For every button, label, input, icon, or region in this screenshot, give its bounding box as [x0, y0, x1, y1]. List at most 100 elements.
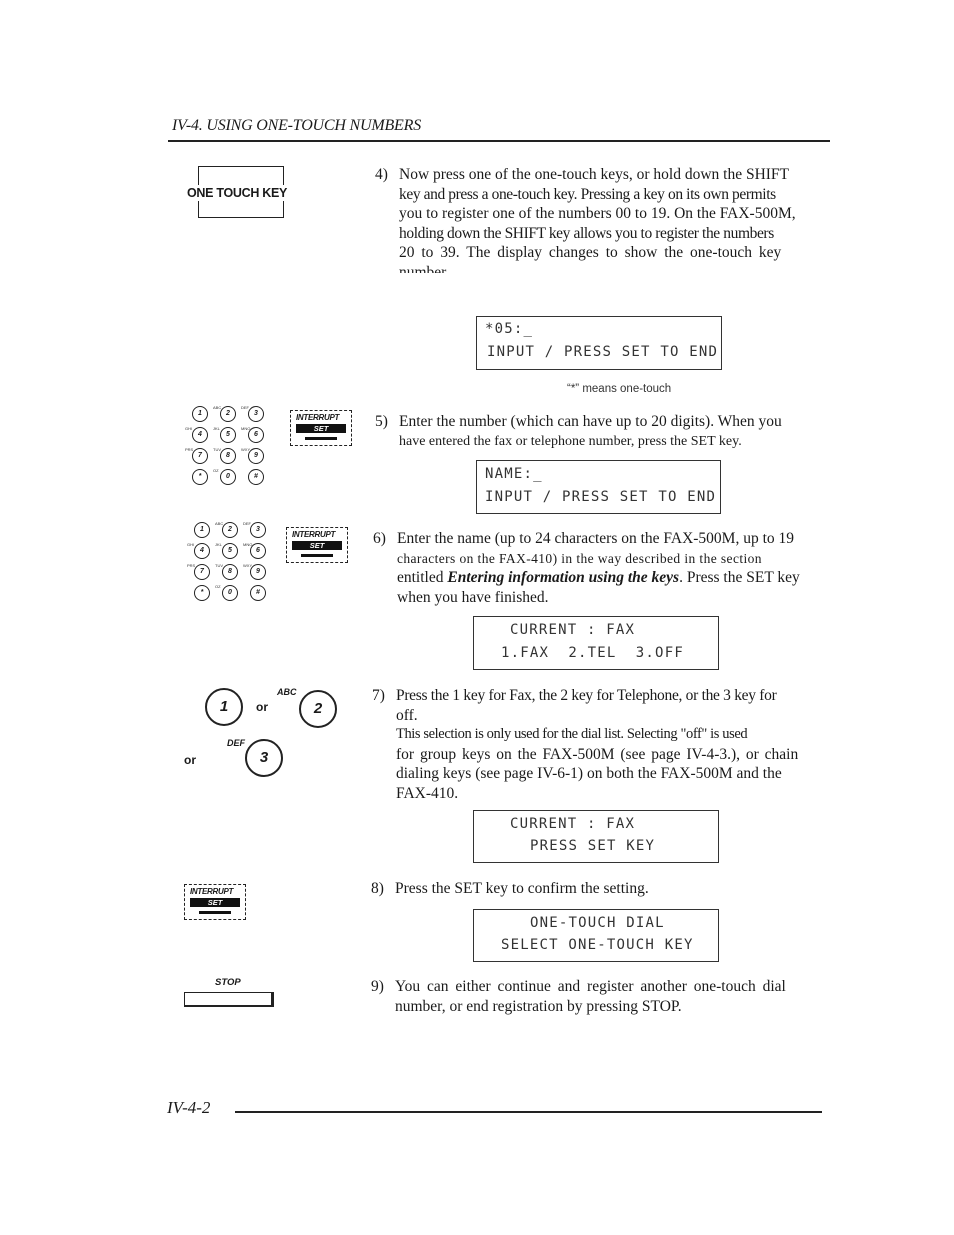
lcd-line-2: SELECT ONE-TOUCH KEY: [501, 937, 694, 953]
lcd-line-1: CURRENT : FAX: [510, 816, 636, 832]
keypad-key-icon: 5: [220, 427, 236, 443]
lcd-display-step-7: CURRENT : FAX PRESS SET KEY: [473, 810, 719, 863]
lcd-line-2: INPUT / PRESS SET TO END: [485, 489, 717, 505]
step-line: You can either continue and register ano…: [395, 978, 786, 995]
step-number: 7): [372, 687, 385, 704]
keypad-key-icon: 8: [220, 448, 236, 464]
keypad-key-letters: JKL: [215, 542, 222, 547]
keypad-key-icon: #: [250, 585, 266, 601]
lcd-line-1: CURRENT : FAX: [510, 622, 636, 638]
interrupt-label: INTERRUPT: [292, 530, 336, 539]
keypad-key-letters: TUV: [215, 563, 223, 568]
footer-rule: [235, 1111, 822, 1113]
step-line: characters on the FAX-410) in the way de…: [397, 550, 762, 566]
keypad-key-icon: 2: [222, 522, 238, 538]
keypad-key-icon: 1: [192, 406, 208, 422]
lcd-line-2: INPUT / PRESS SET TO END: [487, 344, 719, 360]
step-4: 4) Now press one of the one-touch keys, …: [375, 165, 830, 285]
keypad-key-icon: #: [248, 469, 264, 485]
keypad-key-letters: GHI: [185, 426, 193, 431]
lcd-line-1: *05:_: [485, 321, 534, 337]
step-line: key and press a one-touch key. Pressing …: [399, 185, 776, 203]
keypad-key-letters: MNO: [243, 542, 253, 547]
step-5: 5) Enter the number (which can have up t…: [375, 412, 830, 454]
section-reference: Entering information using the keys: [447, 569, 680, 586]
step-line: when you have finished.: [397, 588, 549, 606]
keypad-key-icon: 4: [194, 543, 210, 559]
keypad-key-letters: DEF: [241, 405, 249, 410]
set-label: SET: [190, 898, 240, 907]
one-touch-caption: “*” means one-touch: [567, 383, 672, 395]
or-label: or: [184, 753, 196, 767]
step-line: Enter the number (which can have up to 2…: [399, 413, 782, 430]
interrupt-set-key-icon: INTERRUPT SET: [184, 884, 246, 920]
stop-key-icon: [184, 992, 274, 1007]
keypad-key-letters: PRS: [185, 447, 194, 452]
step-9: 9) You can either continue and register …: [371, 977, 830, 1019]
keypad-key-icon: 6: [250, 543, 266, 559]
lcd-line-2: PRESS SET KEY: [530, 838, 656, 854]
keypad-key-letters: WXY: [241, 447, 251, 452]
keypad-key-letters: ABC: [213, 405, 222, 410]
step-line: Now press one of the one-touch keys, or …: [399, 166, 790, 183]
step-line: number, or end registration by pressing …: [395, 997, 682, 1015]
key-3-icon: 3: [245, 739, 283, 777]
keypad-key-letters: WXY: [243, 563, 253, 568]
interrupt-set-key-icon: INTERRUPT SET: [286, 527, 348, 563]
key-2-icon: 2: [299, 690, 337, 728]
step-line: Enter the name (up to 24 characters on t…: [397, 530, 795, 547]
lcd-line-1: ONE-TOUCH DIAL: [530, 915, 665, 931]
interrupt-label: INTERRUPT: [296, 413, 340, 422]
step-line: off.: [396, 706, 418, 724]
key-1-icon: 1: [205, 688, 243, 726]
key-2-letters: ABC: [277, 687, 297, 697]
keypad-key-letters: PRS: [187, 563, 196, 568]
step-line: have entered the fax or telephone number…: [399, 433, 742, 449]
keypad-key-icon: 3: [250, 522, 266, 538]
keypad-key-icon: *: [194, 585, 210, 601]
step-line: Press the SET key to confirm the setting…: [395, 880, 649, 897]
keypad-key-letters: DEF: [243, 521, 251, 526]
keypad-key-letters: ABC: [215, 521, 224, 526]
one-touch-key-label: ONE TOUCH KEY: [187, 186, 288, 200]
step-8: 8) Press the SET key to confirm the sett…: [371, 879, 830, 901]
keypad-key-icon: 0: [220, 469, 236, 485]
step-line: you to register one of the numbers 00 to…: [399, 205, 796, 222]
keypad-key-icon: 8: [222, 564, 238, 580]
interrupt-set-key-icon: INTERRUPT SET: [290, 410, 352, 446]
lcd-display-step-8: ONE-TOUCH DIAL SELECT ONE-TOUCH KEY: [473, 909, 719, 962]
keypad-key-letters: OZ: [215, 584, 221, 589]
header-rule: [168, 140, 830, 142]
step-number: 4): [375, 166, 388, 183]
keypad-key-icon: 0: [222, 585, 238, 601]
stop-label: STOP: [215, 977, 241, 988]
step-7: 7) Press the 1 key for Fax, the 2 key fo…: [372, 686, 830, 806]
step-line: entitled Entering information using the …: [397, 569, 800, 586]
step-number: 8): [371, 880, 384, 897]
keypad-key-letters: GHI: [187, 542, 195, 547]
step-number: 9): [371, 978, 384, 995]
keypad-key-icon: 3: [248, 406, 264, 422]
step-line: 20 to 39. The display changes to show th…: [399, 244, 782, 261]
keypad-icon: 1 2 ABC 3 DEF 4 GHI 5 JKL 6 MNO 7 PRS 8 TUV 9 WXY * 0 OZ #: [187, 521, 270, 602]
set-label: SET: [296, 424, 346, 433]
step-line: dialing keys (see page IV-6-1) on both t…: [396, 765, 782, 782]
key-3-letters: DEF: [227, 738, 245, 748]
keypad-key-icon: *: [192, 469, 208, 485]
keypad-key-icon: 7: [194, 564, 210, 580]
keypad-key-icon: 7: [192, 448, 208, 464]
lcd-display-step-6: CURRENT : FAX 1.FAX 2.TEL 3.OFF: [473, 616, 719, 670]
keypad-key-icon: 6: [248, 427, 264, 443]
lcd-display-step-5: NAME:_ INPUT / PRESS SET TO END: [476, 460, 721, 514]
keypad-key-icon: 2: [220, 406, 236, 422]
step-6: 6) Enter the name (up to 24 characters o…: [373, 529, 830, 609]
keypad-key-letters: TUV: [213, 447, 221, 452]
section-title: IV-4. USING ONE-TOUCH NUMBERS: [172, 117, 422, 134]
step-line: number: [399, 263, 447, 273]
keypad-key-letters: OZ: [213, 468, 219, 473]
keypad-icon: 1 2 ABC 3 DEF 4 GHI 5 JKL 6 MNO 7 PRS 8 TUV 9 WXY * 0 OZ #: [185, 405, 268, 486]
keypad-key-icon: 9: [248, 448, 264, 464]
step-number: 6): [373, 530, 386, 547]
keypad-key-letters: JKL: [213, 426, 220, 431]
lcd-line-2: 1.FAX 2.TEL 3.OFF: [501, 645, 684, 661]
